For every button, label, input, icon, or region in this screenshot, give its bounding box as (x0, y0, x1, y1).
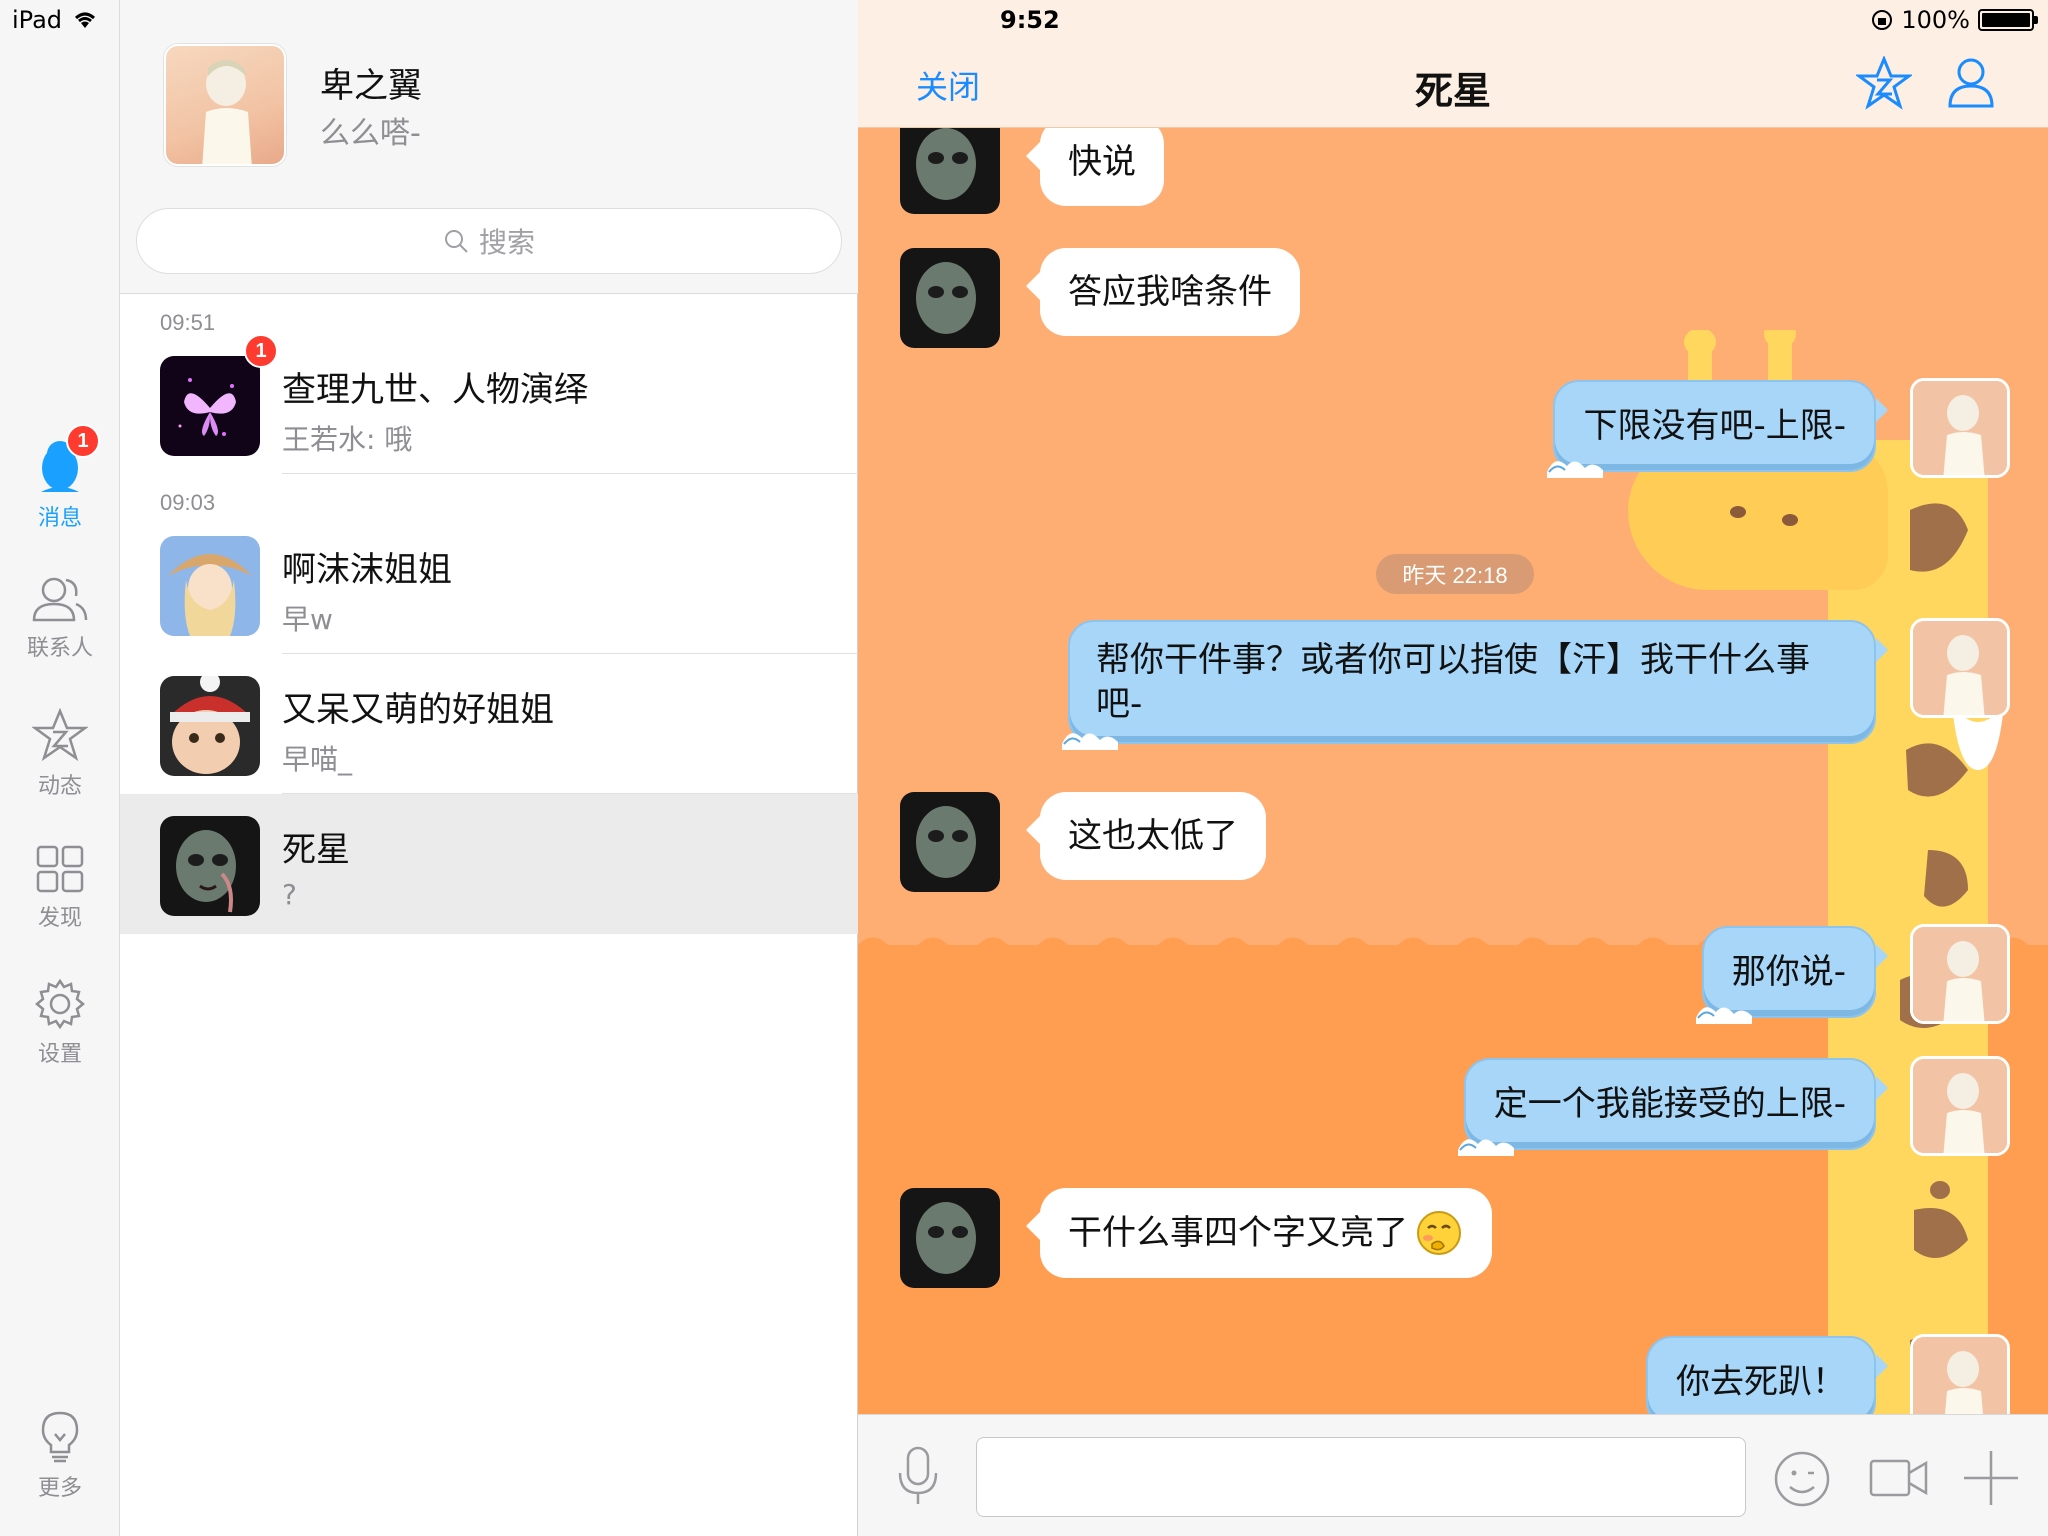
nav-label-messages: 消息 (37, 506, 82, 531)
wave-icon (1457, 1139, 1514, 1156)
nav-item-settings[interactable]: 设置 (0, 978, 120, 1068)
message-bubble[interactable]: 答应我啥条件 (1026, 248, 1300, 336)
conversation-name: 死星 (282, 830, 350, 870)
message-text: 帮你干件事？或者你可以指使【汗】我干什么事吧- (1096, 640, 1810, 724)
conversation-name: 又呆又萌的好姐姐 (282, 690, 554, 730)
status-bar-left: iPad (12, 6, 98, 34)
wifi-icon (75, 12, 96, 28)
battery-icon (1978, 9, 2038, 31)
conversation-item[interactable]: 又呆又萌的好姐姐 早喵_ (120, 654, 858, 794)
conversation-avatar (160, 676, 260, 776)
wave-icon (1547, 461, 1604, 478)
sender-avatar[interactable] (900, 114, 1000, 214)
star-z-icon (32, 708, 88, 762)
plus-icon[interactable] (1962, 1449, 2020, 1507)
nav-item-messages[interactable]: 消息 1 (0, 424, 120, 532)
conversation-avatar (160, 536, 260, 636)
conversation-name: 查理九世、人物演绎 (282, 370, 588, 410)
nav-label-more: 更多 (37, 1476, 82, 1501)
profile-avatar[interactable] (164, 44, 286, 166)
message-bubble[interactable]: 那你说- (1695, 926, 1889, 1024)
search-input[interactable]: 搜索 (136, 208, 842, 274)
rotation-lock-icon (1872, 10, 1893, 30)
profile-icon[interactable] (1946, 56, 1996, 108)
my-avatar[interactable] (1910, 924, 2010, 1024)
sender-avatar[interactable] (900, 1188, 1000, 1288)
nav-rail: 消息 1 联系人 动态 发现 设置 更多 (0, 0, 120, 1536)
sender-avatar[interactable] (900, 248, 1000, 348)
conversation-list-panel: 卑之翼 么么嗒- 搜索 09:51 1 查理九世、人物演绎 王若水: 哦 09:… (120, 0, 858, 1536)
microphone-icon[interactable] (896, 1445, 940, 1507)
grid-icon (36, 845, 84, 893)
profile-signature: 么么嗒- (320, 116, 421, 151)
conversation-time: 09:51 (160, 310, 216, 335)
wave-icon (1062, 733, 1118, 750)
unread-badge: 1 (244, 334, 278, 368)
chat-input-bar (858, 1414, 2048, 1536)
nav-item-contacts[interactable]: 联系人 (0, 576, 120, 662)
sender-avatar[interactable] (900, 792, 1000, 892)
shy-emoji-icon (1417, 1211, 1461, 1255)
conversation-avatar (160, 816, 260, 916)
wave-icon (1695, 1007, 1752, 1024)
chat-pane: 关闭 死星 快说 答应我啥条件 下限没有吧-上限- 昨天 22:18 帮你干件事… (858, 0, 2048, 1536)
status-bar-right: 100% (1871, 6, 2038, 34)
my-avatar[interactable] (1910, 378, 2010, 478)
message-input[interactable] (976, 1437, 1746, 1517)
message-text: 干什么事四个字又亮了 (1068, 1213, 1408, 1253)
nav-label-settings: 设置 (37, 1042, 82, 1067)
message-bubble[interactable]: 下限没有吧-上限- (1547, 380, 1888, 478)
nav-item-more[interactable]: 更多 (0, 1410, 120, 1502)
conversation-preview: 早w (282, 603, 333, 636)
video-camera-icon[interactable] (1868, 1455, 1930, 1501)
conversation-name: 啊沫沫姐姐 (282, 550, 452, 590)
conversation-preview: 早喵_ (282, 743, 353, 776)
nav-label-contacts: 联系人 (26, 636, 93, 661)
conversation-item-selected[interactable]: 死星 ? (120, 794, 858, 934)
status-time: 9:52 (1000, 6, 1060, 34)
message-bubble[interactable]: 这也太低了 (1026, 792, 1266, 880)
message-text: 那你说- (1731, 952, 1846, 992)
contacts-icon (32, 577, 88, 622)
divider (282, 473, 858, 474)
message-text: 下限没有吧-上限- (1583, 406, 1846, 446)
message-text: 定一个我能接受的上限- (1493, 1084, 1846, 1124)
conversation-item[interactable]: 1 查理九世、人物演绎 王若水: 哦 (120, 334, 858, 474)
messages-badge: 1 (66, 424, 100, 458)
message-bubble[interactable]: 干什么事四个字又亮了 (1026, 1188, 1492, 1278)
my-avatar[interactable] (1910, 618, 2010, 718)
message-bubble[interactable]: 定一个我能接受的上限- (1457, 1058, 1889, 1156)
conversation-time: 09:03 (160, 490, 216, 515)
message-bubble[interactable]: 快说 (1026, 118, 1164, 206)
message-text: 你去死趴！ (1676, 1362, 1846, 1402)
profile-name: 卑之翼 (320, 66, 422, 106)
my-avatar[interactable] (1910, 1056, 2010, 1156)
search-icon (444, 230, 468, 253)
timestamp-pill: 昨天 22:18 (1376, 554, 1534, 594)
message-bubble[interactable]: 帮你干件事？或者你可以指使【汗】我干什么事吧- (1062, 620, 1888, 750)
nav-item-feed[interactable]: 动态 (0, 708, 120, 800)
conversation-item[interactable]: 啊沫沫姐姐 早w (120, 514, 858, 654)
device-label: iPad (12, 6, 63, 34)
gear-icon (35, 978, 85, 1030)
nav-label-feed: 动态 (37, 774, 82, 799)
conversation-preview: ? (282, 878, 297, 911)
star-z-icon[interactable] (1856, 56, 1912, 110)
search-placeholder: 搜索 (478, 226, 535, 259)
conversation-avatar (160, 356, 260, 456)
emoji-icon[interactable] (1772, 1449, 1832, 1509)
conversation-preview: 王若水: 哦 (282, 423, 413, 456)
profile-header[interactable]: 卑之翼 么么嗒- (120, 0, 858, 200)
nav-item-discover[interactable]: 发现 (0, 844, 120, 932)
battery-percent: 100% (1901, 6, 1970, 34)
lightbulb-icon (41, 1411, 79, 1463)
search-area: 搜索 (120, 200, 858, 294)
nav-label-discover: 发现 (37, 906, 82, 931)
